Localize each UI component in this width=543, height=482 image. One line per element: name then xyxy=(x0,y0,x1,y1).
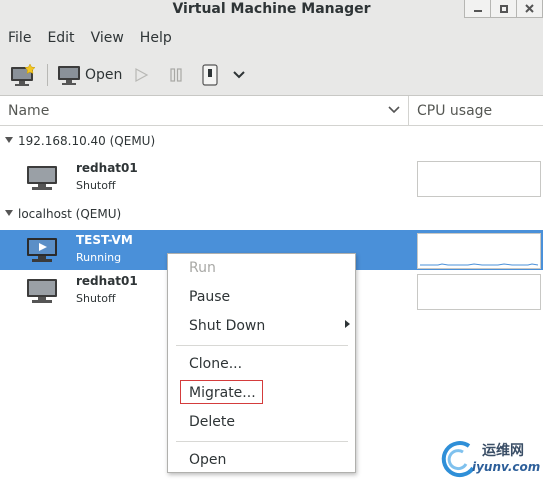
new-vm-button[interactable] xyxy=(9,62,37,88)
menu-separator xyxy=(176,345,348,346)
watermark-brand: 运维网 xyxy=(482,443,524,459)
menu-item-open[interactable]: Open xyxy=(189,452,226,468)
menu-item-delete[interactable]: Delete xyxy=(189,414,235,430)
menu-view[interactable]: View xyxy=(91,30,124,46)
window-title: Virtual Machine Manager xyxy=(172,1,371,17)
minimize-icon xyxy=(473,9,482,12)
monitor-icon xyxy=(58,66,80,85)
open-button-label: Open xyxy=(85,67,123,83)
chevron-down-icon xyxy=(233,71,245,79)
vm-status: Shutoff xyxy=(76,292,116,305)
cpu-sparkline xyxy=(420,263,539,266)
maximize-button[interactable] xyxy=(490,0,517,18)
vm-row[interactable]: redhat01 Shutoff xyxy=(0,158,543,198)
menu-help[interactable]: Help xyxy=(140,30,172,46)
connection-label: 192.168.10.40 (QEMU) xyxy=(18,134,156,148)
cpu-usage-graph xyxy=(417,274,541,310)
menu-file[interactable]: File xyxy=(8,30,31,46)
column-divider xyxy=(408,96,409,126)
column-name[interactable]: Name xyxy=(8,103,49,119)
column-chevron-icon[interactable] xyxy=(388,105,400,115)
power-icon xyxy=(202,64,218,86)
shutdown-dropdown-button[interactable] xyxy=(232,62,246,88)
menu-bar: File Edit View Help xyxy=(0,22,543,54)
title-bar: Virtual Machine Manager xyxy=(0,0,543,22)
open-button[interactable]: Open xyxy=(57,62,122,88)
close-icon xyxy=(525,4,534,13)
vm-status: Running xyxy=(76,251,122,264)
toolbar: Open xyxy=(0,54,543,96)
watermark: 运维网 iyunv.com xyxy=(435,436,543,482)
connection-label: localhost (QEMU) xyxy=(18,207,122,221)
menu-item-pause[interactable]: Pause xyxy=(189,289,230,305)
menu-item-clone[interactable]: Clone... xyxy=(189,356,242,372)
play-icon xyxy=(135,67,149,83)
cpu-usage-graph xyxy=(417,161,541,197)
column-cpu-usage[interactable]: CPU usage xyxy=(417,103,492,119)
vm-name: redhat01 xyxy=(76,161,138,175)
watermark-domain: iyunv.com xyxy=(472,460,541,474)
expander-triangle-icon[interactable] xyxy=(5,210,13,216)
close-button[interactable] xyxy=(516,0,543,18)
vm-name: TEST-VM xyxy=(76,233,133,247)
menu-edit[interactable]: Edit xyxy=(47,30,74,46)
list-header: Name CPU usage xyxy=(0,96,543,126)
connection-group[interactable]: 192.168.10.40 (QEMU) xyxy=(0,131,543,153)
minimize-button[interactable] xyxy=(464,0,491,18)
menu-item-run[interactable]: Run xyxy=(189,260,216,276)
vm-name: redhat01 xyxy=(76,274,138,288)
connection-group[interactable]: localhost (QEMU) xyxy=(0,204,543,226)
shutdown-button[interactable] xyxy=(199,62,221,88)
window-controls xyxy=(464,0,543,18)
vm-status: Shutoff xyxy=(76,179,116,192)
vm-running-icon xyxy=(27,238,57,262)
toolbar-separator xyxy=(47,64,48,86)
menu-separator xyxy=(176,441,348,442)
pause-button[interactable] xyxy=(168,62,184,88)
cpu-usage-graph xyxy=(417,233,541,269)
context-menu: Run Pause Shut Down Clone... Migrate... … xyxy=(167,253,356,473)
run-button[interactable] xyxy=(133,62,149,88)
migrate-highlight-box xyxy=(180,380,263,404)
expander-triangle-icon[interactable] xyxy=(5,137,13,143)
new-vm-icon xyxy=(11,63,36,86)
maximize-icon xyxy=(499,4,508,13)
menu-item-shut-down[interactable]: Shut Down xyxy=(189,318,265,334)
vm-shutoff-icon xyxy=(27,166,57,190)
vm-shutoff-icon xyxy=(27,279,57,303)
submenu-arrow-icon xyxy=(345,320,350,328)
pause-icon xyxy=(170,68,182,82)
